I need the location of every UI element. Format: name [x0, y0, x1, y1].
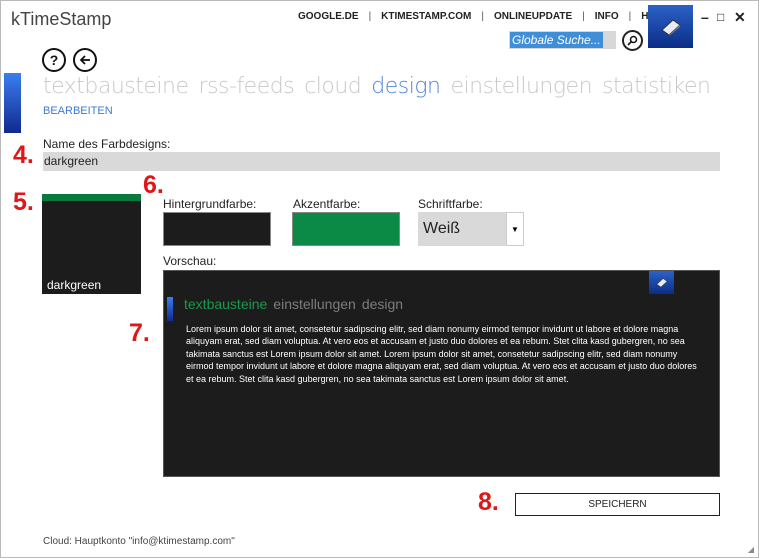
- footer-cloud-status: Cloud: Hauptkonto "info@ktimestamp.com": [43, 536, 235, 547]
- subnav-bearbeiten[interactable]: BEARBEITEN: [43, 105, 113, 117]
- preview-text: Lorem ipsum dolor sit amet, consetetur s…: [186, 324, 697, 384]
- app-title: kTimeStamp: [11, 9, 112, 29]
- preview-tab: design: [361, 296, 404, 312]
- separator: |: [628, 11, 632, 22]
- step-marker: 4.: [13, 141, 34, 169]
- background-color-swatch[interactable]: [163, 212, 271, 246]
- tile-label: darkgreen: [47, 278, 102, 292]
- close-icon[interactable]: ✕: [734, 9, 746, 26]
- tab-einstellungen[interactable]: einstellungen: [451, 74, 593, 99]
- accent-color-label: Akzentfarbe:: [293, 197, 361, 211]
- link-google[interactable]: GOOGLE.DE: [298, 11, 359, 22]
- save-button[interactable]: SPEICHERN: [515, 493, 720, 516]
- tab-statistiken[interactable]: statistiken: [602, 74, 711, 99]
- preview-nav: textbausteine einstellungen design: [184, 296, 409, 312]
- preview-accent-strip: [167, 297, 173, 321]
- design-name-input[interactable]: darkgreen: [43, 152, 720, 171]
- app-window: kTimeStamp GOOGLE.DE | KTIMESTAMP.COM | …: [0, 0, 759, 558]
- font-color-label: Schriftfarbe:: [418, 197, 483, 211]
- search-placeholder[interactable]: Globale Suche...: [510, 32, 603, 48]
- design-tile[interactable]: darkgreen: [42, 194, 141, 294]
- separator: |: [582, 11, 585, 22]
- help-icon[interactable]: ?: [42, 48, 66, 72]
- separator: |: [368, 11, 372, 22]
- back-arrow-icon[interactable]: [73, 48, 97, 72]
- step-marker: 8.: [478, 488, 499, 516]
- preview-label: Vorschau:: [163, 254, 217, 268]
- preview-tab: textbausteine: [184, 296, 268, 312]
- preview-tab: einstellungen: [273, 296, 356, 312]
- resize-grip-icon[interactable]: ◢: [748, 545, 754, 554]
- separator: |: [481, 11, 484, 22]
- search-icon[interactable]: [622, 30, 643, 51]
- tab-cloud[interactable]: cloud: [304, 74, 362, 99]
- app-logo-icon: [648, 5, 693, 48]
- tab-textbausteine[interactable]: textbausteine: [43, 74, 189, 99]
- preview-logo-icon: [649, 271, 674, 294]
- maximize-icon[interactable]: □: [717, 10, 724, 24]
- tab-rss-feeds[interactable]: rss-feeds: [199, 74, 295, 99]
- accent-strip: [4, 73, 21, 133]
- step-marker: 5.: [13, 188, 34, 216]
- design-preview: textbausteine einstellungen design Lorem…: [163, 270, 720, 477]
- step-marker: 7.: [129, 319, 150, 347]
- top-links: GOOGLE.DE | KTIMESTAMP.COM | ONLINEUPDAT…: [298, 11, 670, 22]
- tab-design[interactable]: design: [371, 74, 441, 99]
- font-color-value: Weiß: [423, 220, 461, 237]
- chevron-down-icon[interactable]: ▼: [506, 212, 524, 246]
- link-info[interactable]: INFO: [595, 11, 619, 22]
- main-nav: textbausteine rss-feeds cloud design ein…: [43, 74, 720, 99]
- link-ktimestamp[interactable]: KTIMESTAMP.COM: [381, 11, 471, 22]
- accent-color-swatch[interactable]: [292, 212, 400, 246]
- background-color-label: Hintergrundfarbe:: [163, 197, 257, 211]
- font-color-select[interactable]: Weiß ▼: [418, 212, 524, 246]
- step-marker: 6.: [143, 171, 164, 199]
- name-label: Name des Farbdesigns:: [43, 137, 171, 151]
- minimize-icon[interactable]: –: [701, 9, 709, 25]
- link-onlineupdate[interactable]: ONLINEUPDATE: [494, 11, 572, 22]
